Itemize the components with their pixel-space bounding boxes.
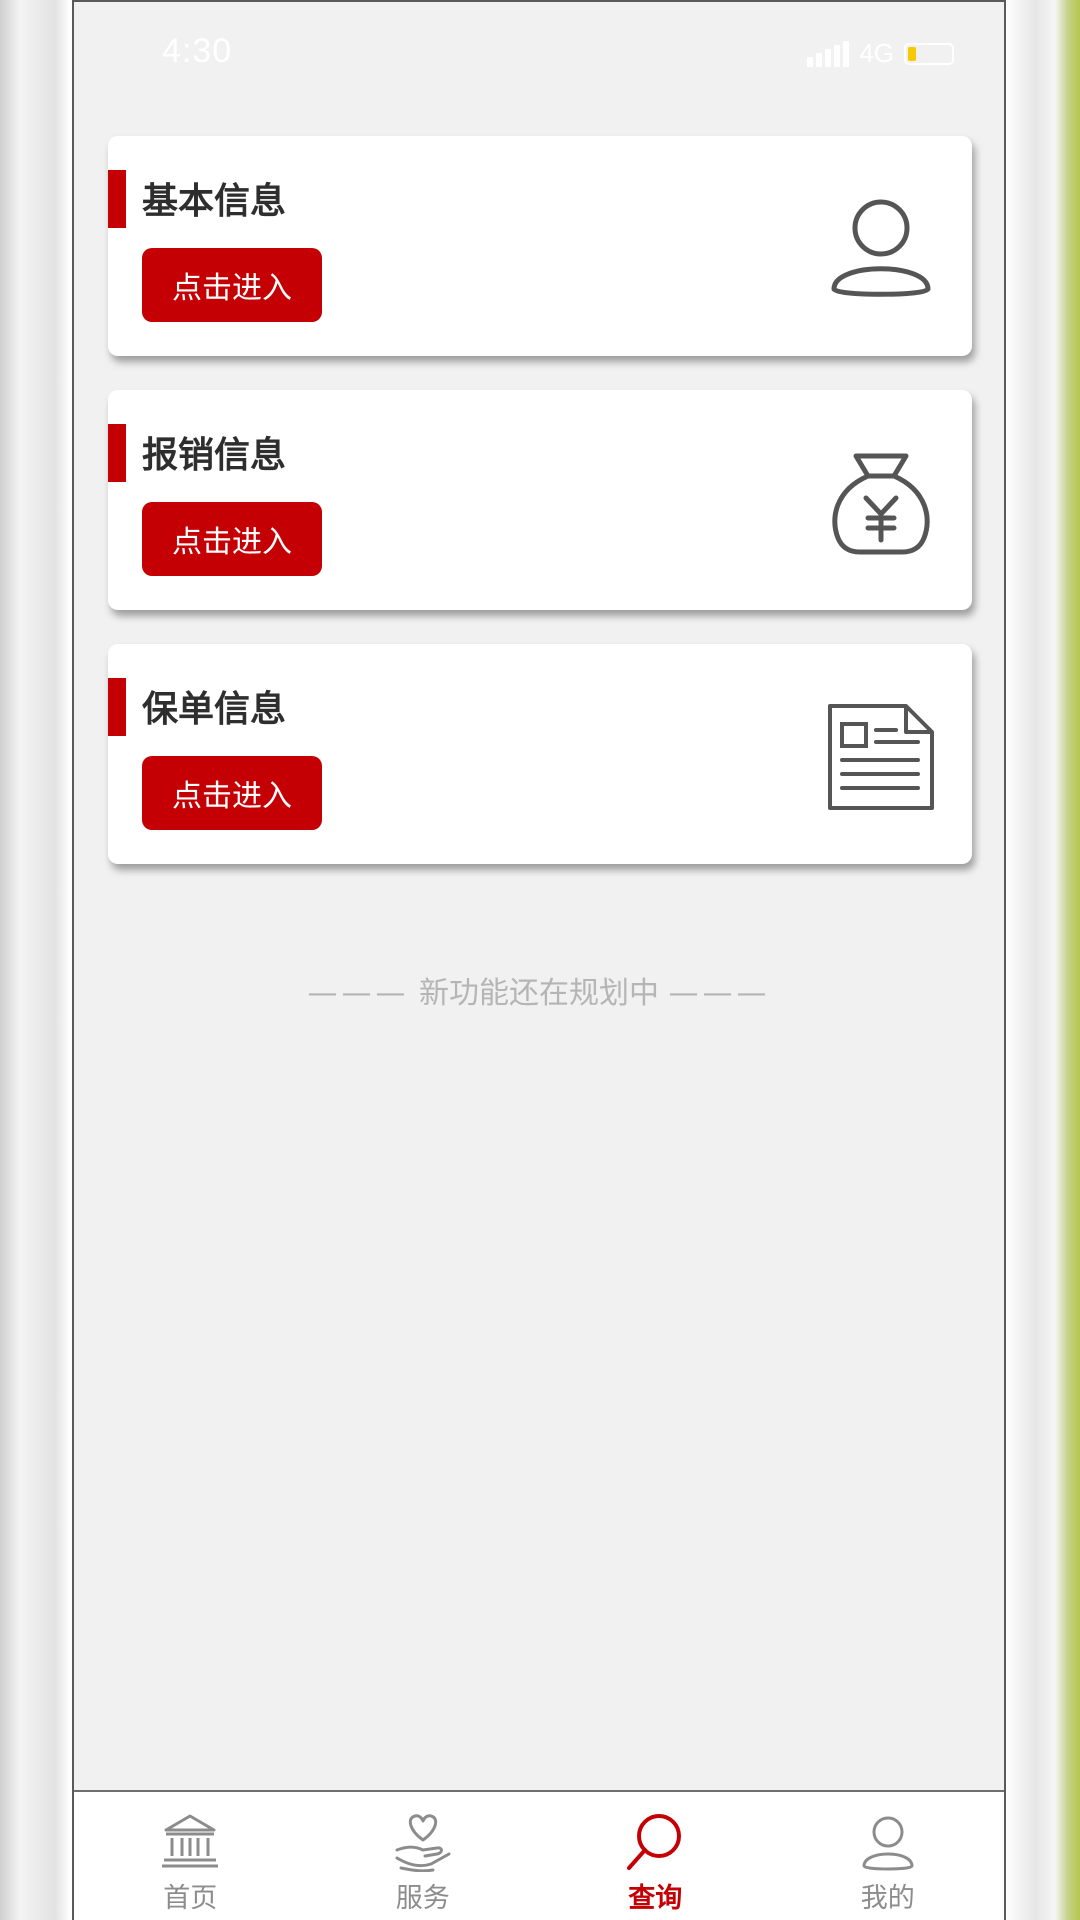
feature-planning-note: ——— 新功能还在规划中 ——— — [74, 968, 1004, 1012]
user-icon — [862, 1816, 914, 1871]
battery-icon — [904, 42, 954, 65]
bank-icon — [162, 1814, 219, 1868]
person-icon — [831, 199, 931, 297]
status-indicators: 4G — [807, 38, 954, 69]
tab-service[interactable]: 服务 — [307, 1792, 540, 1920]
tab-label: 我的 — [860, 1883, 915, 1914]
money-bag-icon — [832, 453, 930, 555]
tab-query[interactable]: 查询 — [539, 1792, 772, 1920]
search-icon — [627, 1814, 682, 1870]
card-accent-bar — [108, 424, 126, 482]
card-basic-info[interactable]: 基本信息 点击进入 — [108, 136, 972, 356]
tab-label: 服务 — [395, 1883, 450, 1914]
tab-label: 查询 — [628, 1883, 683, 1914]
status-time: 4:30 — [162, 32, 233, 70]
enter-button[interactable]: 点击进入 — [142, 502, 322, 576]
phone-screen: 4:30 4G 基本信息 点击进入 报销信息 点击进入 保单信息 点击进入 ——… — [72, 0, 1006, 1920]
heart-hand-icon — [395, 1814, 451, 1872]
document-icon — [828, 704, 934, 810]
tab-home[interactable]: 首页 — [74, 1792, 307, 1920]
card-title: 保单信息 — [142, 689, 287, 730]
tab-label: 首页 — [163, 1883, 218, 1914]
card-policy-info[interactable]: 保单信息 点击进入 — [108, 644, 972, 864]
status-bar: 4:30 4G — [74, 2, 1004, 102]
battery-level — [908, 46, 916, 61]
card-accent-bar — [108, 170, 126, 228]
divider-dash-left: ——— — [307, 976, 410, 1011]
card-title: 基本信息 — [142, 181, 287, 222]
signal-icon — [807, 40, 850, 67]
card-reimbursement-info[interactable]: 报销信息 点击进入 — [108, 390, 972, 610]
card-accent-bar — [108, 678, 126, 736]
network-type: 4G — [859, 38, 894, 68]
divider-dash-right: ——— — [668, 976, 771, 1011]
tab-mine[interactable]: 我的 — [772, 1792, 1005, 1920]
enter-button[interactable]: 点击进入 — [142, 248, 322, 322]
feature-planning-text: 新功能还在规划中 — [419, 976, 659, 1011]
card-title: 报销信息 — [142, 435, 287, 476]
enter-button[interactable]: 点击进入 — [142, 756, 322, 830]
bottom-tab-bar: 首页 服务 查询 我的 — [74, 1790, 1004, 1920]
